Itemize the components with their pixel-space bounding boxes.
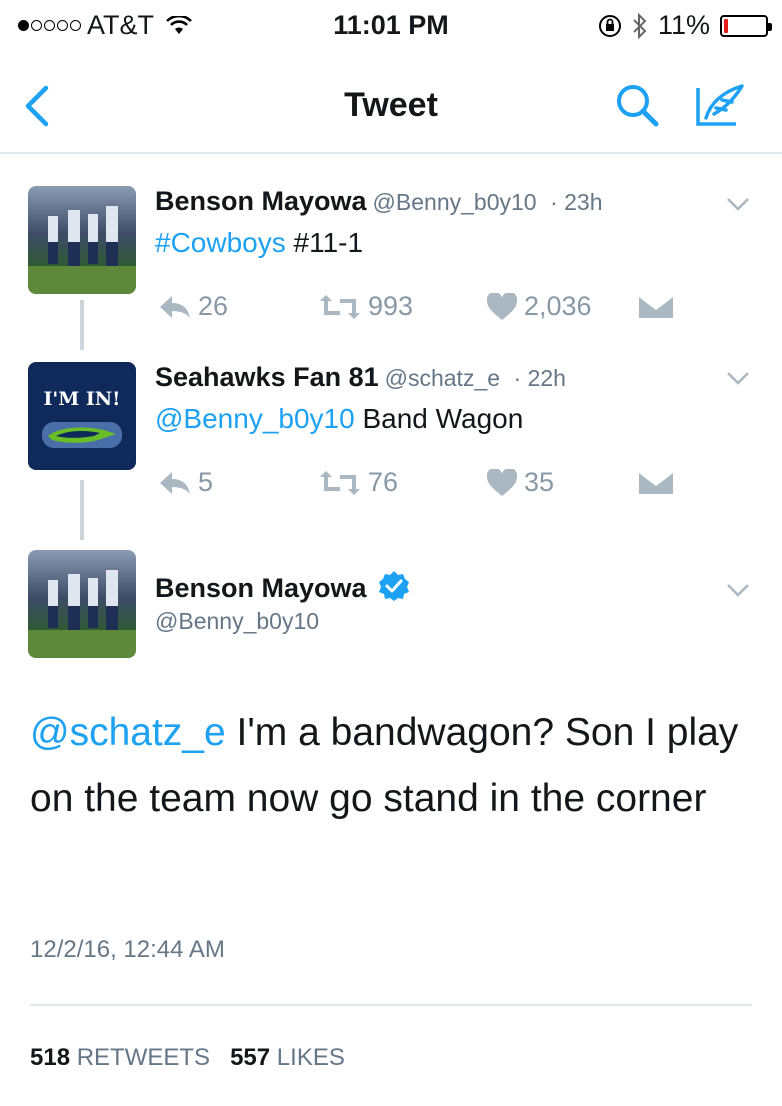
- verified-badge-icon: [379, 571, 410, 601]
- like-count: 35: [524, 467, 555, 497]
- retweets-stat[interactable]: 518 RETWEETS: [30, 1044, 210, 1071]
- retweet-button[interactable]: 993: [318, 291, 486, 322]
- avatar[interactable]: [28, 186, 136, 294]
- avatar[interactable]: I'M IN!: [28, 362, 136, 470]
- divider: [30, 1004, 752, 1006]
- tweet-timestamp: 12/2/16, 12:44 AM: [30, 936, 225, 963]
- mention-link[interactable]: @Benny_b0y10: [155, 403, 355, 434]
- author-handle[interactable]: @schatz_e: [385, 365, 500, 391]
- thread-tweet[interactable]: Benson Mayowa @Benny_b0y10 · 23h #Cowboys…: [0, 186, 782, 346]
- retweets-count: 518: [30, 1044, 71, 1071]
- likes-stat[interactable]: 557 LIKES: [230, 1044, 345, 1071]
- retweet-icon: [320, 294, 360, 319]
- heart-icon: [486, 292, 518, 320]
- reply-button[interactable]: 5: [158, 467, 318, 498]
- search-icon[interactable]: [612, 80, 664, 132]
- reply-count: 5: [198, 467, 214, 497]
- bluetooth-icon: [633, 12, 647, 39]
- author-handle[interactable]: @Benny_b0y10: [155, 608, 410, 635]
- tweet-text: #Cowboys #11-1: [155, 227, 603, 259]
- likes-count: 557: [230, 1044, 271, 1071]
- hashtag-link[interactable]: #Cowboys: [155, 227, 286, 258]
- chevron-down-icon[interactable]: [724, 580, 752, 600]
- retweet-count: 76: [368, 467, 399, 497]
- like-button[interactable]: 35: [486, 467, 636, 498]
- author-name[interactable]: Benson Mayowa: [155, 573, 367, 603]
- reply-count: 26: [198, 291, 229, 321]
- avatar[interactable]: [28, 550, 136, 658]
- tweet-stats: 518 RETWEETS 557 LIKES: [30, 1044, 345, 1072]
- page-title: Tweet: [344, 86, 438, 124]
- cowboys-team-photo: [28, 206, 136, 294]
- seahawks-logo-icon: [42, 422, 122, 448]
- like-button[interactable]: 2,036: [486, 291, 636, 322]
- cowboys-team-photo: [28, 570, 136, 658]
- direct-message-icon[interactable]: [636, 293, 676, 321]
- retweet-icon: [320, 470, 360, 495]
- main-tweet-text: @schatz_e I'm a bandwagon? Son I play on…: [30, 700, 750, 832]
- tweet-actions: 26 993 2,036: [158, 291, 676, 322]
- compose-icon[interactable]: [692, 80, 748, 132]
- chevron-down-icon[interactable]: [724, 368, 752, 388]
- tweet-actions: 5 76 35: [158, 467, 676, 498]
- reply-button[interactable]: 26: [158, 291, 318, 322]
- avatar-text: I'M IN!: [43, 388, 121, 410]
- orientation-lock-icon: [598, 14, 621, 37]
- tweet-text-rest: Band Wagon: [354, 403, 524, 434]
- tweet-text: @Benny_b0y10 Band Wagon: [155, 403, 566, 435]
- likes-label: LIKES: [276, 1044, 345, 1071]
- tweet-text-rest: #11-1: [285, 227, 364, 258]
- author-name[interactable]: Benson Mayowa: [155, 186, 367, 216]
- status-right: 11%: [598, 10, 772, 41]
- tweet-age: · 23h: [550, 189, 603, 215]
- battery-icon: [720, 14, 772, 37]
- author-handle[interactable]: @Benny_b0y10: [373, 189, 537, 215]
- thread-tweet[interactable]: I'M IN! Seahawks Fan 81 @schatz_e · 22h @…: [0, 362, 782, 512]
- author-name[interactable]: Seahawks Fan 81: [155, 362, 379, 392]
- reply-icon: [160, 295, 190, 318]
- direct-message-icon[interactable]: [636, 469, 676, 497]
- like-count: 2,036: [524, 291, 592, 321]
- main-tweet: Benson Mayowa @Benny_b0y10: [0, 550, 782, 670]
- chevron-down-icon[interactable]: [724, 194, 752, 214]
- retweet-count: 993: [368, 291, 414, 321]
- reply-icon: [160, 471, 190, 494]
- status-bar: AT&T 11:01 PM 11%: [0, 0, 782, 52]
- nav-bar: Tweet: [0, 62, 782, 154]
- retweets-label: RETWEETS: [76, 1044, 211, 1071]
- battery-percent: 11%: [657, 10, 710, 40]
- tweet-age: · 22h: [513, 365, 566, 391]
- mention-link[interactable]: @schatz_e: [30, 711, 226, 754]
- retweet-button[interactable]: 76: [318, 467, 486, 498]
- heart-icon: [486, 468, 518, 496]
